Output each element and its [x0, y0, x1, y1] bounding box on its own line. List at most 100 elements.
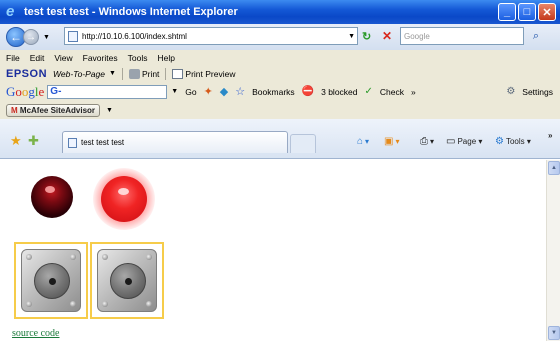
blocked-button[interactable]: 3 blocked	[321, 87, 357, 97]
page-icon: ▭	[446, 136, 456, 147]
mcafee-siteadvisor-button[interactable]: M McAfee SiteAdvisor	[6, 103, 101, 117]
close-button[interactable]: ✕	[538, 3, 556, 21]
forward-button[interactable]: →	[23, 29, 39, 45]
new-tab-button[interactable]	[290, 134, 316, 153]
push-button-1-frame	[14, 242, 88, 319]
button-cap	[110, 263, 146, 299]
page-menu-button[interactable]: ▭ Page ▾	[446, 136, 482, 147]
check-button[interactable]: Check	[380, 87, 404, 97]
button-center-dot	[125, 278, 132, 285]
tools-menu-label: Tools	[505, 137, 525, 146]
led-on-indicator	[101, 176, 147, 222]
google-g-button[interactable]: G-	[50, 86, 61, 97]
spellcheck-icon: ✓	[364, 86, 373, 97]
print-button[interactable]: Print	[142, 69, 159, 79]
button-center-dot	[49, 278, 56, 285]
menu-favorites[interactable]: Favorites	[83, 53, 118, 63]
vertical-scrollbar[interactable]: ▲ ▼	[546, 160, 560, 341]
address-row: ← → ▼ http://10.10.6.100/index.shtml ▼ ↻…	[0, 24, 560, 50]
screw-icon	[102, 254, 108, 260]
print-icon	[128, 68, 140, 79]
mcafee-logo-icon: M	[11, 105, 18, 115]
page-content: source code	[0, 160, 546, 341]
mcafee-label: McAfee SiteAdvisor	[19, 105, 96, 115]
print-preview-icon	[172, 68, 184, 79]
search-placeholder: Google	[404, 31, 430, 41]
google-search-input[interactable]: G-	[47, 84, 168, 99]
tab-bar: ★ ✚ test test test ⌂ ▾ ▣ ▾ ⎙ ▾ ▭ Page ▾ ⚙ Too…	[0, 119, 560, 159]
screw-icon	[146, 254, 152, 260]
ie-logo-icon: e	[6, 3, 15, 20]
screw-icon	[146, 301, 152, 307]
tab-test-test-test[interactable]: test test test	[62, 131, 288, 153]
screw-icon	[102, 301, 108, 307]
menu-help[interactable]: Help	[157, 53, 174, 63]
screw-icon	[70, 254, 76, 260]
push-button-1[interactable]	[21, 249, 81, 312]
tab-label: test test test	[81, 138, 125, 147]
google-go-button[interactable]: Go	[185, 87, 196, 97]
button-cap	[34, 263, 70, 299]
page-menu-label: Page	[457, 137, 477, 146]
bookmarks-button[interactable]: Bookmarks	[252, 87, 295, 97]
menu-edit[interactable]: Edit	[30, 53, 45, 63]
recent-pages-dropdown[interactable]: ▼	[43, 34, 50, 41]
address-dropdown-icon[interactable]: ▼	[348, 33, 355, 40]
refresh-icon[interactable]: ↻	[362, 30, 371, 43]
led-highlight	[118, 188, 129, 195]
mcafee-toolbar: M McAfee SiteAdvisor ▼	[0, 101, 560, 119]
chevron-down-icon[interactable]: ▼	[109, 70, 116, 77]
led-off-indicator	[31, 176, 73, 218]
push-button-2-frame	[90, 242, 164, 319]
menu-tools[interactable]: Tools	[128, 53, 148, 63]
search-input[interactable]: Google	[400, 27, 524, 45]
menu-file[interactable]: File	[6, 53, 20, 63]
chevron-down-icon[interactable]: ▼	[106, 107, 113, 114]
more-commands-button[interactable]: »	[548, 131, 552, 140]
source-code-link[interactable]: source code	[12, 328, 59, 339]
google-toolbar: Google G- ▼ Go ✦ ◆ ☆ Bookmarks ⛔ 3 block…	[0, 82, 560, 101]
search-dropdown-icon[interactable]: ▼	[171, 88, 178, 95]
address-input[interactable]: http://10.10.6.100/index.shtml ▼	[64, 27, 358, 45]
menu-view[interactable]: View	[54, 53, 72, 63]
google-more-button[interactable]: »	[411, 87, 416, 97]
stop-icon[interactable]: ✕	[382, 29, 392, 43]
blocked-icon: ⛔	[301, 86, 315, 97]
window-title: test test test - Windows Internet Explor…	[24, 6, 238, 18]
print-cmd-icon[interactable]: ⎙ ▾	[420, 136, 434, 147]
window-controls: _ □ ✕	[498, 3, 556, 21]
add-favorite-icon[interactable]: ✚	[28, 133, 39, 149]
pagerank-icon[interactable]: ◆	[220, 85, 228, 98]
push-button-2[interactable]	[97, 249, 157, 312]
title-bar: e test test test - Windows Internet Expl…	[0, 0, 560, 24]
separator	[165, 67, 167, 80]
tools-menu-button[interactable]: ⚙ Tools ▾	[495, 136, 531, 147]
minimize-button[interactable]: _	[498, 3, 516, 21]
print-preview-button[interactable]: Print Preview	[185, 69, 235, 79]
led-highlight	[45, 186, 55, 193]
favorites-star-icon[interactable]: ★	[10, 133, 22, 149]
page-icon	[68, 30, 78, 42]
address-url: http://10.10.6.100/index.shtml	[82, 31, 187, 41]
page-icon	[68, 137, 77, 148]
epson-toolbar: EPSON Web-To-Page ▼ Print Print Preview	[0, 65, 560, 82]
screw-icon	[26, 301, 32, 307]
epson-logo: EPSON	[6, 67, 48, 80]
screw-icon	[70, 301, 76, 307]
menu-bar: File Edit View Favorites Tools Help	[0, 50, 560, 65]
screw-icon	[26, 254, 32, 260]
feeds-icon[interactable]: ▣ ▾	[384, 136, 399, 147]
google-logo: Google	[6, 83, 45, 99]
maximize-button[interactable]: □	[518, 3, 536, 21]
gear-icon: ⚙	[495, 136, 504, 147]
popup-icon[interactable]: ✦	[204, 85, 213, 98]
home-icon[interactable]: ⌂ ▾	[357, 136, 369, 147]
scroll-up-button[interactable]: ▲	[548, 161, 560, 175]
web-to-page-button[interactable]: Web-To-Page	[53, 69, 105, 79]
settings-icon: ⚙	[506, 86, 516, 97]
scroll-down-button[interactable]: ▼	[548, 326, 560, 340]
separator	[121, 67, 123, 80]
star-icon: ☆	[235, 86, 246, 98]
settings-button[interactable]: Settings	[522, 87, 553, 97]
search-icon[interactable]: ⌕	[528, 28, 544, 44]
